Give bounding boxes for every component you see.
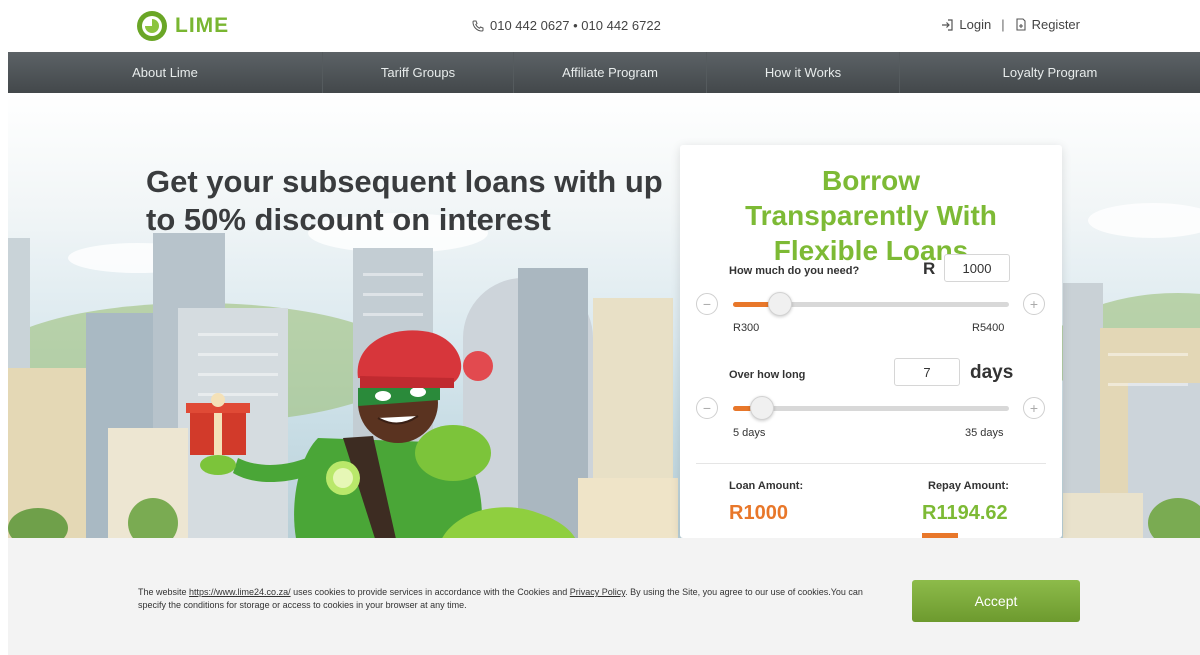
hero-title: Get your subsequent loans with up to 50%… xyxy=(146,164,663,237)
accept-cookies-button[interactable]: Accept xyxy=(912,580,1080,622)
cookie-banner: The website https://www.lime24.co.za/ us… xyxy=(8,538,1200,655)
auth-separator: | xyxy=(1001,17,1005,32)
logo[interactable]: LIME xyxy=(137,11,229,41)
amount-slider-handle[interactable] xyxy=(767,292,792,316)
amount-increase-button[interactable]: + xyxy=(1023,293,1045,315)
amount-decrease-button[interactable]: − xyxy=(696,293,718,315)
nav-item-affiliate-program[interactable]: Affiliate Program xyxy=(514,52,707,93)
repay-amount-label: Repay Amount: xyxy=(928,480,1009,492)
login-link[interactable]: Login xyxy=(941,17,991,32)
logo-text: LIME xyxy=(175,14,230,37)
term-max-label: 35 days xyxy=(965,427,1004,439)
amount-input[interactable] xyxy=(944,254,1010,282)
phone-icon xyxy=(472,20,484,32)
term-label: Over how long xyxy=(729,369,806,381)
nav-item-loyalty-program[interactable]: Loyalty Program xyxy=(900,52,1200,93)
nav-item-how-it-works[interactable]: How it Works xyxy=(707,52,900,93)
calculator-title: Borrow Transparently With Flexible Loans xyxy=(745,165,997,266)
term-increase-button[interactable]: + xyxy=(1023,397,1045,419)
amount-min-label: R300 xyxy=(733,322,760,334)
amount-slider[interactable] xyxy=(733,292,1009,316)
repay-amount-value: R1194.62 xyxy=(922,502,1008,524)
term-slider[interactable] xyxy=(733,396,1009,420)
register-icon xyxy=(1016,18,1026,31)
privacy-policy-link[interactable]: Privacy Policy xyxy=(570,587,625,597)
amount-label: How much do you need? xyxy=(729,265,860,277)
term-decrease-button[interactable]: − xyxy=(696,397,718,419)
cookie-text-start: The website xyxy=(138,587,190,597)
loan-amount-label: Loan Amount: xyxy=(729,480,804,492)
amount-max-label: R5400 xyxy=(972,322,1005,334)
login-icon xyxy=(942,18,953,31)
site-link[interactable]: https://www.lime24.co.za/ xyxy=(189,587,291,597)
cookie-text: The website https://www.lime24.co.za/ us… xyxy=(138,586,888,612)
login-label: Login xyxy=(959,17,992,32)
loan-calculator: Borrow Transparently With Flexible Loans… xyxy=(680,145,1062,538)
register-link[interactable]: Register xyxy=(1015,17,1080,32)
term-min-label: 5 days xyxy=(733,427,766,439)
phone-text[interactable]: 010 442 0627 • 010 442 6722 xyxy=(490,18,661,33)
main-nav: About Lime Tariff Groups Affiliate Progr… xyxy=(8,52,1200,93)
phone-numbers: 010 442 0627 • 010 442 6722 xyxy=(472,18,661,33)
register-label: Register xyxy=(1031,17,1080,32)
loan-amount-value: R1000 xyxy=(729,502,788,524)
term-input[interactable] xyxy=(894,358,960,386)
nav-item-about-lime[interactable]: About Lime xyxy=(8,52,323,93)
mascot-illustration xyxy=(186,330,575,538)
currency-prefix: R xyxy=(923,259,936,278)
term-slider-handle[interactable] xyxy=(749,396,774,420)
calculator-divider xyxy=(696,463,1046,464)
auth-links: Login | Register xyxy=(941,17,1080,32)
term-unit: days xyxy=(970,362,1014,383)
cookie-text-middle: uses cookies to provide services in acco… xyxy=(290,587,570,597)
top-bar: LIME 010 442 0627 • 010 442 6722 Login |… xyxy=(0,0,1200,52)
nav-item-tariff-groups[interactable]: Tariff Groups xyxy=(323,52,514,93)
lime-logo-icon xyxy=(137,11,167,41)
